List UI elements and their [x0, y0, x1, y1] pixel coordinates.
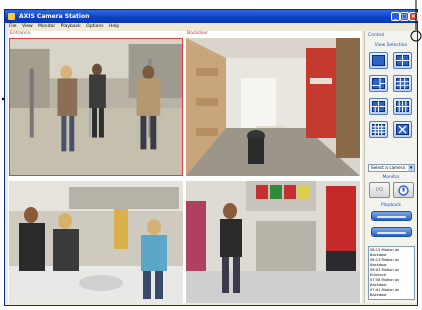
camera-select[interactable]: Select a camera ▼ [368, 164, 415, 172]
playback-bar-1 [377, 216, 406, 218]
menu-playback[interactable]: Playback [61, 24, 81, 29]
event-item[interactable]: 08:13 Motion on Backdoor [370, 258, 413, 268]
camera-grid: Entrance Backdoor [8, 31, 362, 303]
layout-single-icon [372, 55, 385, 66]
playback-label: Playback [380, 203, 402, 208]
camera-view-counter[interactable] [9, 181, 183, 303]
event-log[interactable]: 08:15 Motion on Backdoor 08:13 Motion on… [368, 246, 415, 300]
menu-monitor[interactable]: Monitor [38, 24, 55, 29]
view-nine-button[interactable] [393, 75, 412, 92]
camera-view-store[interactable] [186, 181, 360, 303]
camera-feed-backdoor [186, 38, 360, 176]
app-icon [8, 13, 15, 20]
control-panel: Control View Selection Select a camera ▼ [364, 31, 417, 303]
event-item[interactable]: 08:02 Motion on Entrance [370, 268, 413, 278]
playback-button-1[interactable] [371, 211, 412, 221]
io-button[interactable]: I/O [369, 182, 390, 198]
layout-twelve-icon [396, 101, 409, 112]
playback-bar-2 [377, 232, 406, 234]
camera-view-entrance[interactable] [9, 38, 183, 176]
camera-label-entrance: Entrance [10, 31, 31, 36]
layout-grid-icon [372, 124, 385, 135]
layout-quad-icon [396, 55, 409, 66]
view-ten-button[interactable] [369, 98, 388, 115]
annotation-marker [1, 97, 5, 101]
window-title: AXIS Camera Station [19, 13, 90, 20]
event-item[interactable]: 07:41 Motion on Backdoor [370, 288, 413, 298]
event-item[interactable]: 08:15 Motion on Backdoor [370, 248, 413, 258]
menu-file[interactable]: File [9, 24, 17, 29]
monitor-label: Monitor [382, 175, 400, 180]
panel-title: Control [368, 33, 385, 38]
view-sixteen-button[interactable] [369, 121, 388, 138]
view-twelve-button[interactable] [393, 98, 412, 115]
menu-bar: File View Monitor Playback Options Help [5, 23, 417, 31]
menu-view[interactable]: View [22, 24, 33, 29]
event-item[interactable]: 07:58 Motion on Backdoor [370, 278, 413, 288]
camera-feed-counter [9, 181, 183, 303]
layout-six-icon [372, 78, 385, 89]
camera-select-value: Select a camera [371, 165, 405, 170]
camera-label-backdoor: Backdoor [187, 31, 209, 36]
app-window: AXIS Camera Station _ □ × File View Moni… [4, 9, 418, 306]
close-view-icon [396, 124, 409, 135]
camera-feed-store [186, 181, 360, 303]
menu-help[interactable]: Help [109, 24, 119, 29]
camera-view-backdoor[interactable] [186, 38, 360, 176]
monitor-icon [398, 185, 409, 196]
view-quad-button[interactable] [393, 52, 412, 69]
playback-button-2[interactable] [371, 227, 412, 237]
camera-feed-entrance [10, 39, 182, 175]
layout-nine-icon [396, 78, 409, 89]
annotation-callout [410, 0, 422, 42]
dropdown-arrow-icon: ▼ [408, 165, 414, 171]
view-single-button[interactable] [369, 52, 388, 69]
title-bar: AXIS Camera Station _ □ × [5, 10, 418, 23]
close-view-button[interactable] [393, 121, 412, 138]
layout-ten-icon [372, 101, 385, 112]
menu-options[interactable]: Options [86, 24, 103, 29]
view-six-button[interactable] [369, 75, 388, 92]
minimize-icon[interactable]: _ [391, 12, 400, 21]
monitor-button[interactable] [393, 182, 414, 198]
